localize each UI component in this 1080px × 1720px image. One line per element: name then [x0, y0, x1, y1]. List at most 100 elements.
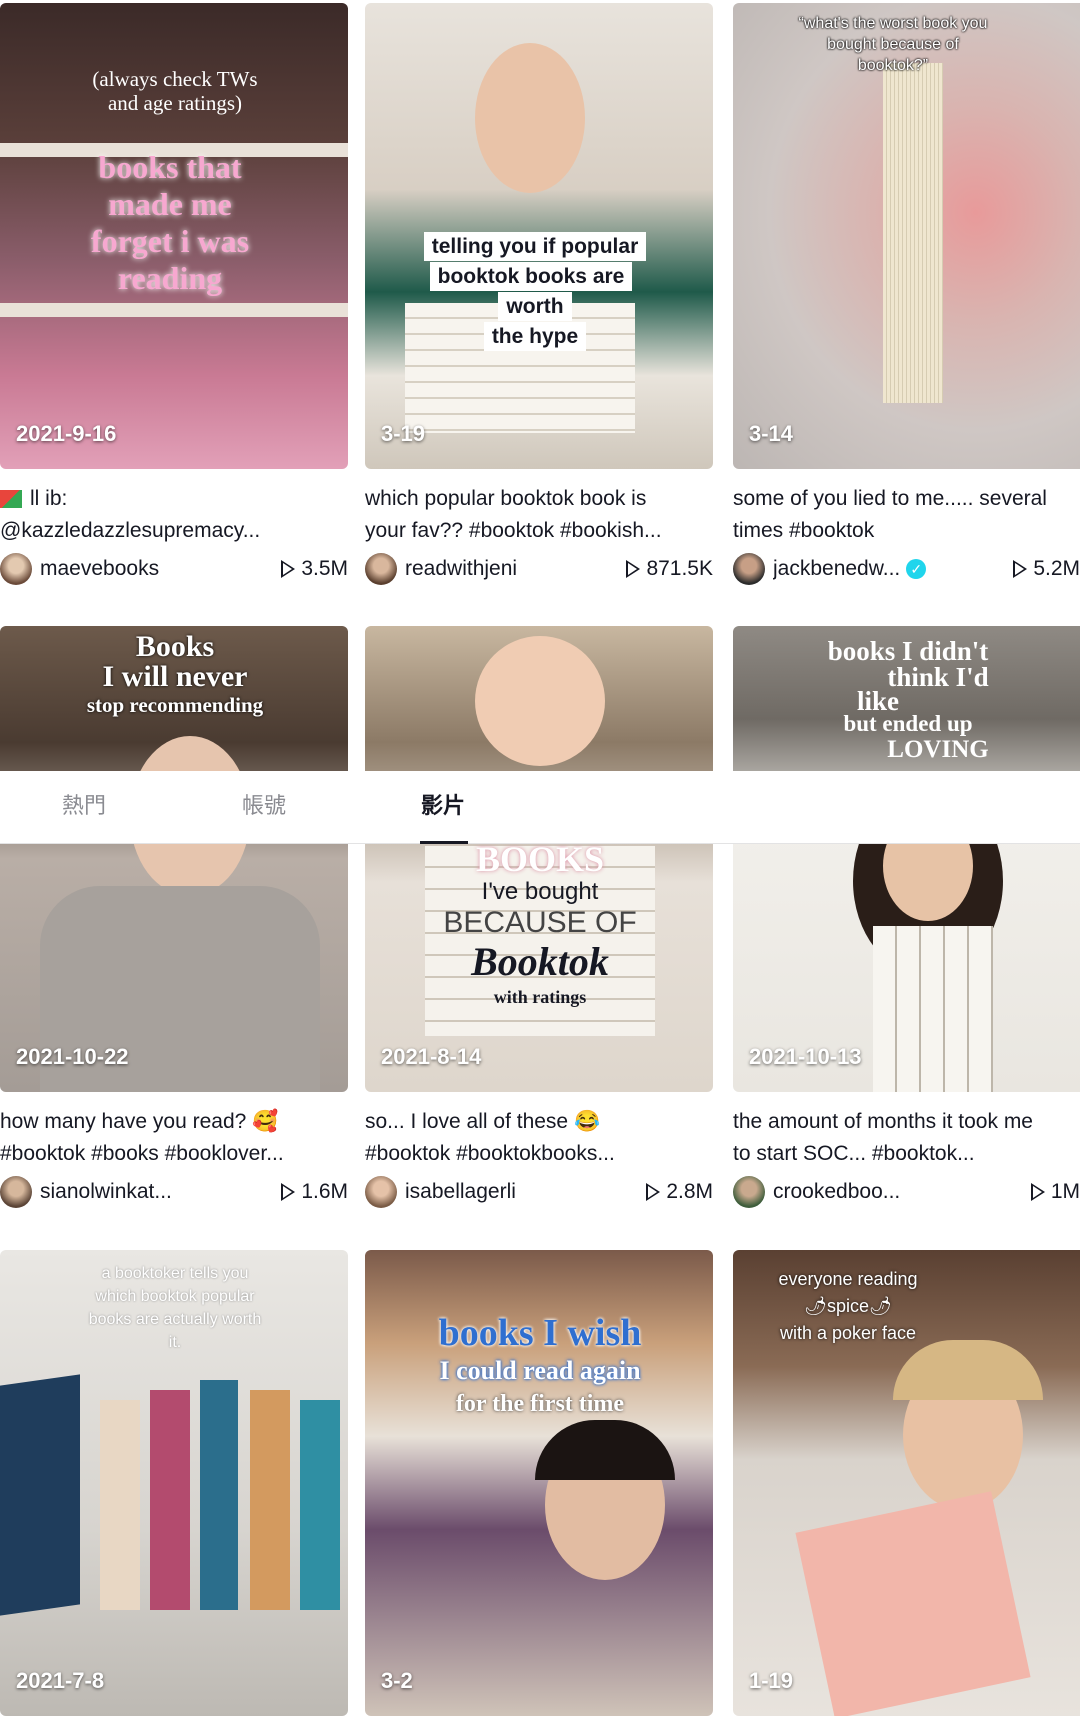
hair-decoration	[893, 1340, 1043, 1400]
video-description[interactable]: ll ib: @kazzledazzlesupremacy...	[0, 483, 348, 549]
overlay-text: the hype	[483, 322, 587, 351]
search-tab-bar: 熱門 帳號 影片	[0, 771, 1080, 844]
video-date: 3-19	[381, 421, 426, 446]
overlay-text: bought because of	[827, 36, 959, 53]
username[interactable]: sianolwinkat...	[40, 1180, 281, 1204]
view-count: 2.8M	[646, 1180, 713, 1204]
video-description[interactable]: some of you lied to me..... several time…	[733, 483, 1080, 549]
video-date: 1-19	[749, 1668, 794, 1693]
video-description[interactable]: which popular booktok book is your fav??…	[365, 483, 713, 549]
video-description[interactable]: how many have you read? 🥰 #booktok #book…	[0, 1106, 348, 1172]
avatar[interactable]	[733, 1176, 765, 1208]
overlay-text: “what's the worst book you	[798, 15, 988, 32]
video-thumbnail[interactable]: books I didn't think I'd like but ended …	[733, 626, 1080, 1092]
video-date: 2021-7-8	[16, 1668, 105, 1693]
tab-videos[interactable]: 影片	[421, 771, 465, 843]
overlay-text: books are actually worth	[88, 1311, 262, 1328]
play-icon	[646, 1183, 661, 1201]
book-decoration	[250, 1390, 290, 1610]
view-count: 1.6M	[281, 1180, 348, 1204]
book-decoration	[100, 1400, 140, 1610]
username[interactable]: readwithjeni	[405, 557, 626, 581]
video-description[interactable]: the amount of months it took me to start…	[733, 1106, 1080, 1172]
overlay-text: Books	[135, 630, 215, 663]
active-tab-indicator	[420, 841, 468, 844]
avatar[interactable]	[0, 553, 32, 585]
video-thumbnail[interactable]: a booktoker tells you which booktok popu…	[0, 1250, 348, 1716]
overlay-text: made me	[108, 186, 232, 222]
overlay-text: but ended up	[843, 711, 973, 736]
overlay-text: booktok?”	[857, 57, 929, 74]
overlay-text: I will never	[102, 660, 248, 693]
verified-icon: ✓	[906, 559, 927, 580]
overlay-text: reading	[117, 260, 223, 296]
tab-accounts[interactable]: 帳號	[242, 771, 286, 843]
video-thumbnail[interactable]: (always check TWs and age ratings) books…	[0, 3, 348, 469]
overlay-text: 🌶spice🌶	[804, 1296, 892, 1316]
book-decoration	[795, 1491, 1031, 1716]
video-description[interactable]: so... I love all of these 😂 #booktok #bo…	[365, 1106, 713, 1172]
overlay-text: a booktoker tells you	[101, 1265, 249, 1282]
overlay-text: like	[856, 686, 899, 716]
overlay-text: I've bought	[481, 878, 599, 905]
video-thumbnail[interactable]: BOOKS I've bought BECAUSE OF Booktok wit…	[365, 626, 713, 1092]
video-thumbnail[interactable]: books I wish I could read again for the …	[365, 1250, 713, 1716]
overlay-text: which booktok popular	[95, 1288, 255, 1305]
video-thumbnail[interactable]: “what's the worst book you bought becaus…	[733, 3, 1080, 469]
book-decoration	[300, 1400, 340, 1610]
tab-top[interactable]: 熱門	[62, 771, 106, 843]
book-decoration	[873, 926, 993, 1092]
book-decoration	[150, 1390, 190, 1610]
avatar[interactable]	[733, 553, 765, 585]
overlay-text: (always check TWs	[92, 67, 258, 91]
overlay-text: LOVING	[887, 736, 989, 763]
video-thumbnail[interactable]: everyone reading 🌶spice🌶 with a poker fa…	[733, 1250, 1080, 1716]
overlay-text: forget i was	[90, 223, 250, 259]
hair-decoration	[535, 1420, 675, 1480]
overlay-text: with ratings	[493, 987, 587, 1007]
video-date: 2021-10-13	[749, 1044, 862, 1069]
avatar[interactable]	[365, 553, 397, 585]
play-icon	[1013, 560, 1028, 578]
overlay-text: telling you if popular	[423, 232, 647, 261]
view-count: 1M	[1030, 1180, 1080, 1204]
video-thumbnail[interactable]: telling you if popular booktok books are…	[365, 3, 713, 469]
overlay-text: books that	[98, 149, 242, 185]
video-date: 3-14	[749, 421, 794, 446]
username[interactable]: isabellagerli	[405, 1180, 646, 1204]
overlay-text: for the first time	[455, 1391, 625, 1417]
video-date: 2021-8-14	[381, 1044, 482, 1069]
video-date: 3-2	[381, 1668, 413, 1693]
view-count: 5.2M	[1013, 557, 1080, 581]
overlay-text: books I wish	[438, 1312, 642, 1354]
overlay-text: Booktok	[471, 939, 609, 984]
overlay-text: booktok books are worth	[429, 262, 633, 321]
overlay-text: I could read again	[439, 1356, 641, 1385]
overlay-text: it.	[168, 1334, 182, 1351]
overlay-text: think I'd	[887, 662, 989, 692]
overlay-text: and age ratings)	[107, 91, 243, 115]
view-count: 3.5M	[281, 557, 348, 581]
overlay-text: BECAUSE OF	[443, 906, 637, 939]
play-icon	[1030, 1183, 1045, 1201]
overlay-text: BOOKS	[475, 839, 605, 879]
view-count: 871.5K	[626, 557, 713, 581]
overlay-text: with a poker face	[779, 1323, 917, 1343]
overlay-text: everyone reading	[778, 1269, 918, 1289]
play-icon	[281, 1183, 296, 1201]
avatar[interactable]	[365, 1176, 397, 1208]
bookshelf-decoration	[0, 303, 348, 317]
username[interactable]: jackbenedw... ✓	[773, 557, 927, 581]
book-decoration	[0, 1374, 80, 1616]
overlay-text: stop recommending	[86, 693, 264, 717]
avatar[interactable]	[0, 1176, 32, 1208]
username[interactable]: maevebooks	[40, 557, 281, 581]
overlay-text: books I didn't	[827, 636, 989, 666]
book-decoration	[883, 63, 943, 403]
username[interactable]: crookedboo...	[773, 1180, 1031, 1204]
face-decoration	[475, 636, 605, 766]
video-thumbnail[interactable]: Books I will never stop recommending 202…	[0, 626, 348, 1092]
play-icon	[626, 560, 641, 578]
flag-icon	[0, 490, 22, 509]
book-decoration	[200, 1380, 238, 1610]
